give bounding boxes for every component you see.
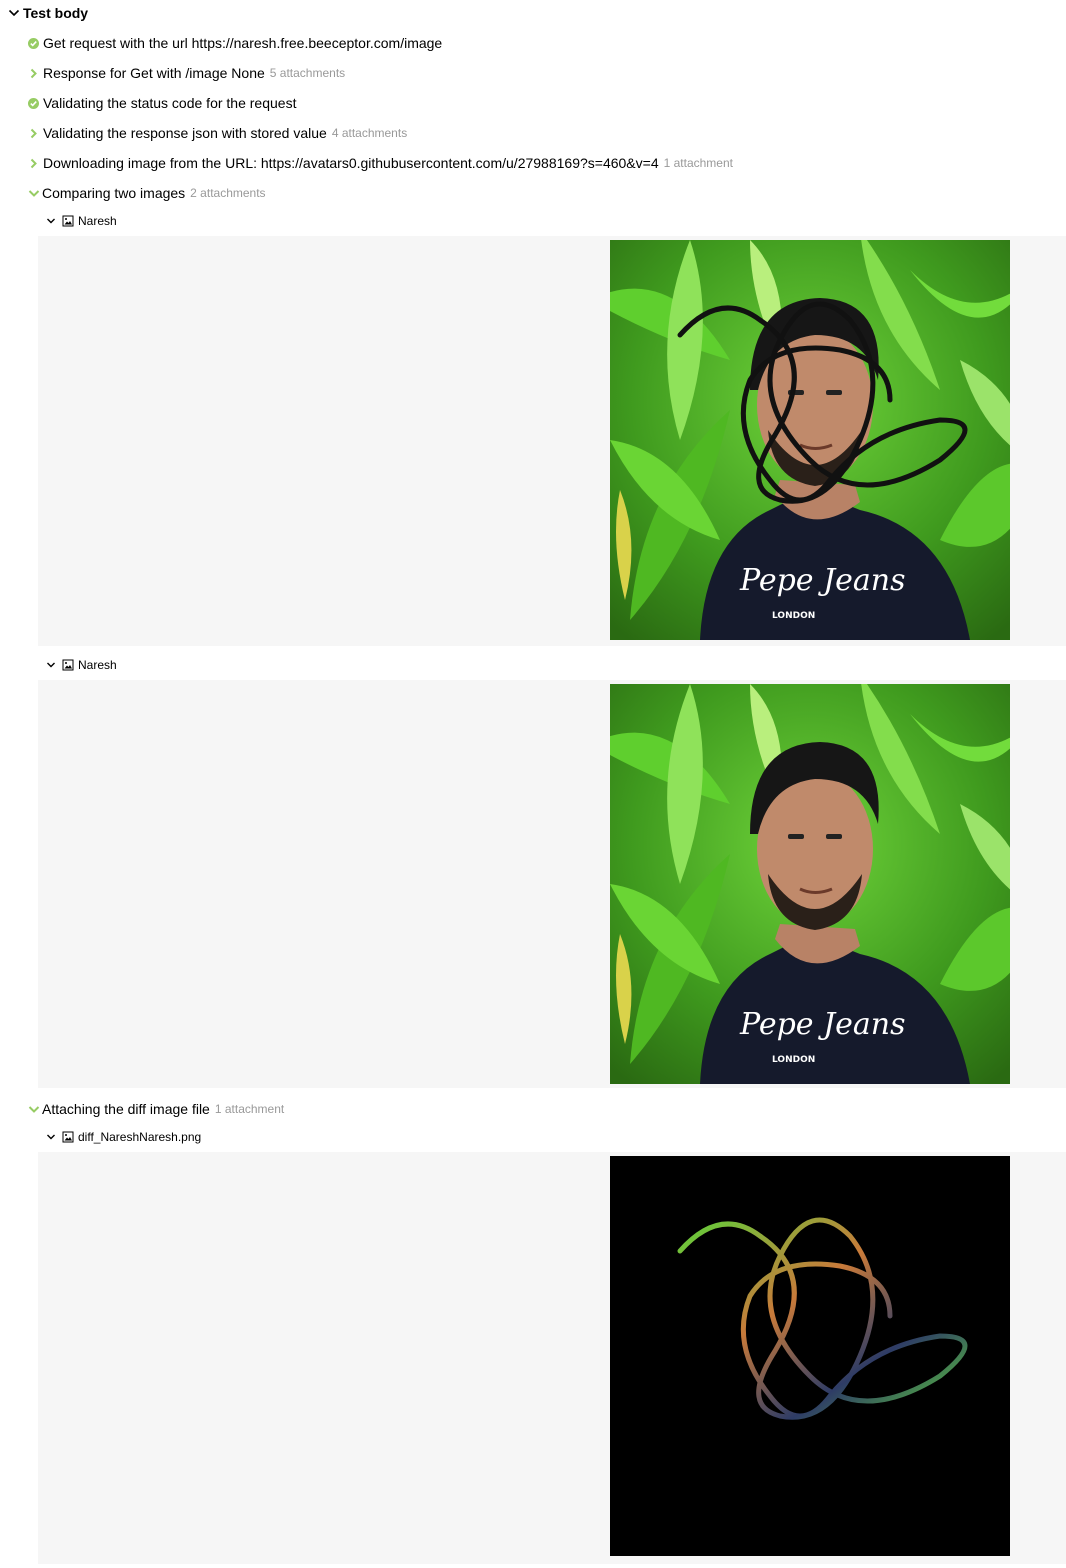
chevron-right-icon xyxy=(28,128,39,139)
check-circle-icon xyxy=(28,37,39,49)
step-validate-json[interactable]: Validating the response json with stored… xyxy=(28,124,407,142)
step-attach-diff[interactable]: Attaching the diff image file 1 attachme… xyxy=(28,1100,284,1118)
step-download-image[interactable]: Downloading image from the URL: https://… xyxy=(28,154,733,172)
chevron-down-icon xyxy=(46,660,56,670)
attachment-header[interactable]: diff_NareshNaresh.png xyxy=(46,1129,201,1145)
attachment-panel: Pepe Jeans LONDON xyxy=(38,680,1066,1088)
chevron-down-icon xyxy=(46,216,56,226)
attachment-header[interactable]: Naresh xyxy=(46,657,117,673)
step-count: 1 attachment xyxy=(663,156,733,170)
attachment-title: Naresh xyxy=(78,214,117,228)
attachment-title: Naresh xyxy=(78,658,117,672)
shirt-brand-text: Pepe Jeans xyxy=(739,563,905,598)
image-file-icon xyxy=(62,659,74,671)
image-file-icon xyxy=(62,1131,74,1143)
shirt-sub-text: LONDON xyxy=(772,1055,815,1065)
step-label: Response for Get with /image None xyxy=(43,65,265,81)
attachment-panel xyxy=(38,1152,1066,1564)
step-compare-images[interactable]: Comparing two images 2 attachments xyxy=(28,184,266,202)
chevron-down-icon xyxy=(46,1132,56,1142)
step-count: 4 attachments xyxy=(331,126,408,140)
step-label: Get request with the url https://naresh.… xyxy=(43,35,443,51)
shirt-sub-text: LONDON xyxy=(772,611,815,621)
step-label: Downloading image from the URL: https://… xyxy=(43,155,659,171)
step-label: Comparing two images xyxy=(42,185,186,201)
attachment-panel: Pepe Jeans LONDON xyxy=(38,236,1066,646)
step-response-get[interactable]: Response for Get with /image None 5 atta… xyxy=(28,64,345,82)
chevron-down-icon xyxy=(28,188,40,199)
attachment-title: diff_NareshNaresh.png xyxy=(78,1130,202,1144)
step-label: Validating the status code for the reque… xyxy=(43,95,297,111)
step-get-request[interactable]: Get request with the url https://naresh.… xyxy=(28,34,447,52)
chevron-down-icon xyxy=(8,7,20,19)
test-body-header[interactable]: Test body xyxy=(8,4,88,22)
chevron-right-icon xyxy=(28,158,39,169)
step-label: Attaching the diff image file xyxy=(42,1101,210,1117)
shirt-brand-text: Pepe Jeans xyxy=(739,1007,905,1042)
chevron-down-icon xyxy=(28,1104,40,1115)
step-count: 2 attachments xyxy=(190,186,266,200)
test-body-title: Test body xyxy=(23,5,89,21)
image-file-icon xyxy=(62,215,74,227)
chevron-right-icon xyxy=(28,68,39,79)
step-label: Validating the response json with stored… xyxy=(43,125,327,141)
check-circle-icon xyxy=(28,97,39,109)
step-count: 5 attachments xyxy=(269,66,346,80)
portrait-with-scribble-image[interactable]: Pepe Jeans LONDON xyxy=(610,240,1010,640)
portrait-image[interactable]: Pepe Jeans LONDON xyxy=(610,684,1010,1084)
attachment-header[interactable]: Naresh xyxy=(46,213,117,229)
diff-image[interactable] xyxy=(610,1156,1010,1556)
step-validate-status[interactable]: Validating the status code for the reque… xyxy=(28,94,301,112)
step-count: 1 attachment xyxy=(214,1102,285,1116)
